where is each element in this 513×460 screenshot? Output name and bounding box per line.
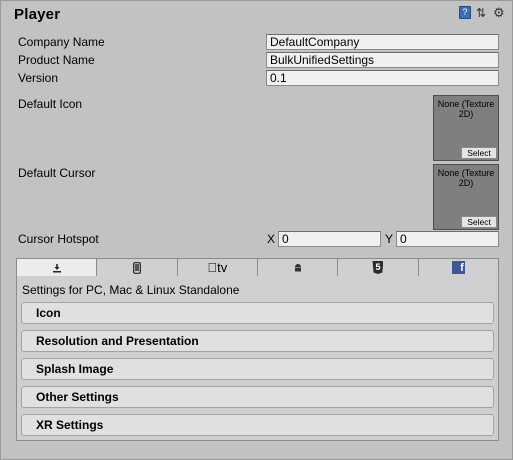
html5-icon: 5 xyxy=(372,261,384,274)
hotspot-y-field[interactable]: 0 xyxy=(396,231,499,247)
apple-tv-label: tv xyxy=(212,260,227,275)
apple-tv-icon:  xyxy=(207,260,217,275)
header-icons: ? ⇅ ⚙ xyxy=(459,6,505,19)
version-field[interactable]: 0.1 xyxy=(266,70,499,86)
platform-tabs: tv 5 f xyxy=(16,258,499,277)
section-icon[interactable]: Icon xyxy=(21,302,494,324)
section-other-settings[interactable]: Other Settings xyxy=(21,386,494,408)
default-cursor-select-button[interactable]: Select xyxy=(461,216,497,228)
standalone-download-icon xyxy=(52,263,61,272)
platform-caption: Settings for PC, Mac & Linux Standalone xyxy=(22,283,240,297)
tab-android[interactable] xyxy=(256,259,337,276)
presets-icon[interactable]: ⇅ xyxy=(476,7,488,19)
default-cursor-label: Default Cursor xyxy=(18,166,96,180)
default-icon-texture-slot[interactable]: None (Texture 2D) Select xyxy=(433,95,499,161)
section-splash-image[interactable]: Splash Image xyxy=(21,358,494,380)
hotspot-x-field[interactable]: 0 xyxy=(278,231,381,247)
tab-mobile[interactable] xyxy=(96,259,176,276)
facebook-icon: f xyxy=(451,261,465,274)
facebook-label: f xyxy=(460,262,464,274)
mobile-device-icon xyxy=(133,261,141,274)
gear-icon[interactable]: ⚙ xyxy=(493,6,505,19)
platform-settings-panel: Settings for PC, Mac & Linux Standalone … xyxy=(16,276,499,441)
hotspot-y-label: Y xyxy=(385,232,394,246)
default-icon-texture-name: None (Texture 2D) xyxy=(437,99,495,119)
default-cursor-texture-slot[interactable]: None (Texture 2D) Select xyxy=(433,164,499,230)
cursor-hotspot-label: Cursor Hotspot xyxy=(18,232,99,246)
default-icon-select-button[interactable]: Select xyxy=(461,147,497,159)
default-icon-label: Default Icon xyxy=(18,97,83,111)
hotspot-x-label: X xyxy=(267,232,276,246)
company-name-label: Company Name xyxy=(18,35,105,49)
product-name-field[interactable]: BulkUnifiedSettings xyxy=(266,52,499,68)
section-resolution-and-presentation[interactable]: Resolution and Presentation xyxy=(21,330,494,352)
tab-standalone[interactable] xyxy=(17,259,97,276)
help-book-icon[interactable]: ? xyxy=(459,6,471,19)
html5-label: 5 xyxy=(375,262,381,272)
tab-apple-tv[interactable]: tv xyxy=(176,259,257,276)
panel-title: Player xyxy=(14,6,61,23)
company-name-field[interactable]: DefaultCompany xyxy=(266,34,499,50)
android-icon xyxy=(294,264,301,272)
version-label: Version xyxy=(18,71,59,85)
tab-facebook[interactable]: f xyxy=(417,259,498,276)
section-xr-settings[interactable]: XR Settings xyxy=(21,414,494,436)
tab-html5[interactable]: 5 xyxy=(337,259,417,276)
product-name-label: Product Name xyxy=(18,53,95,67)
default-cursor-texture-name: None (Texture 2D) xyxy=(437,168,495,188)
